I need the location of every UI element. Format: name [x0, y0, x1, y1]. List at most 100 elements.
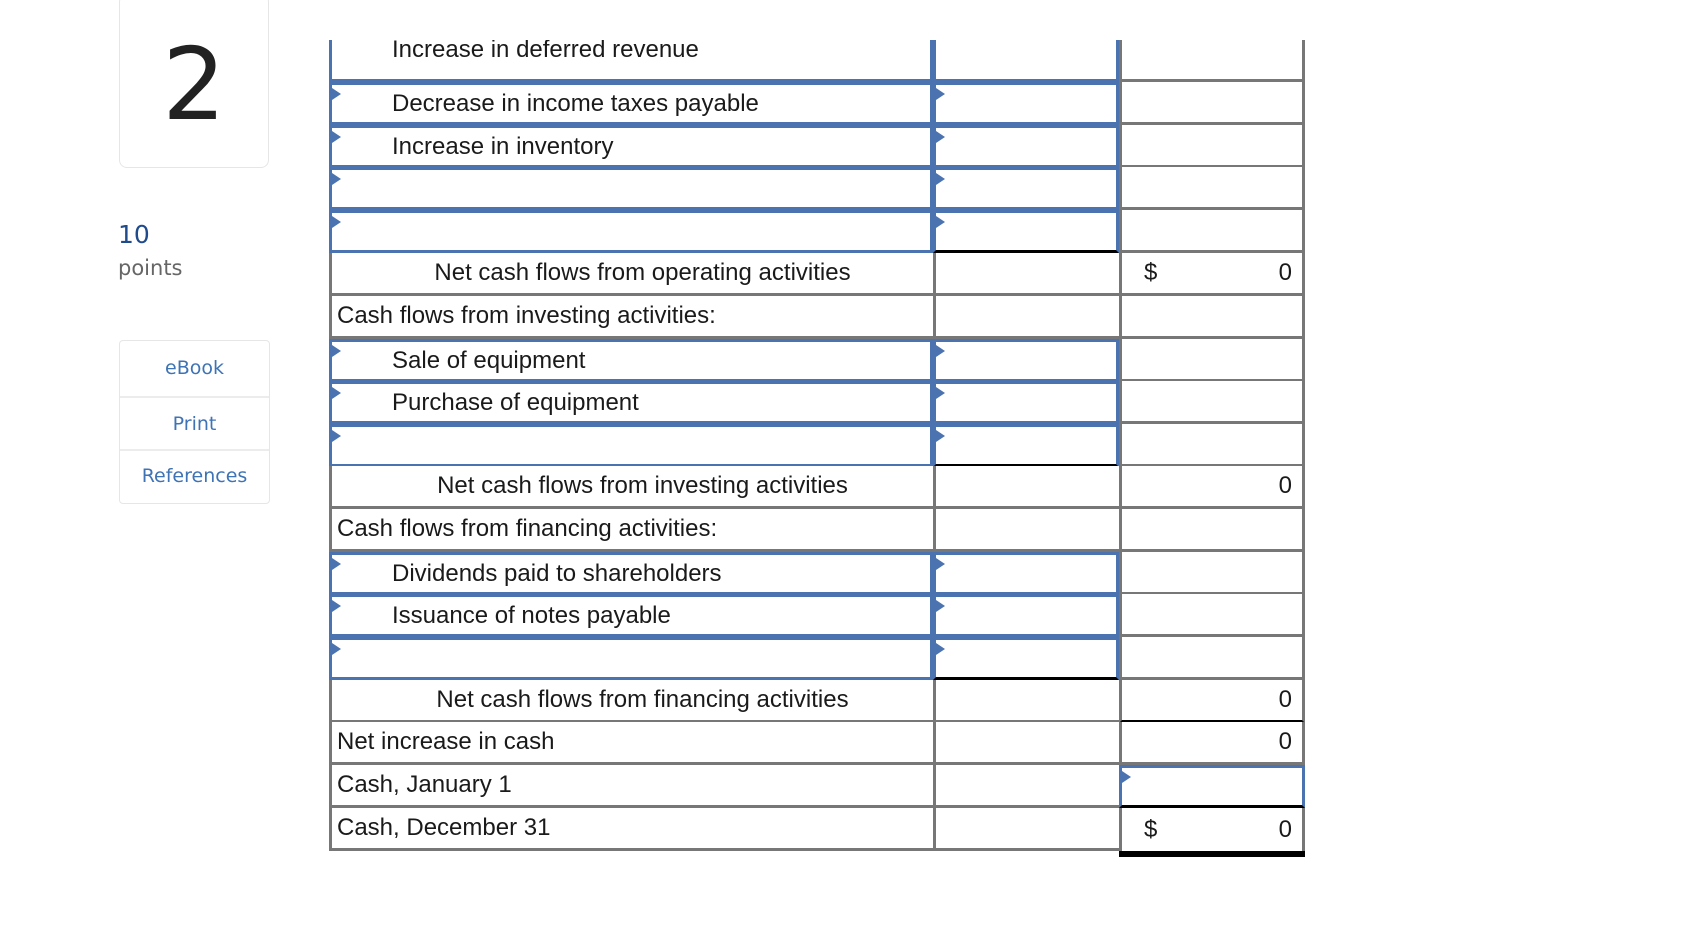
worksheet-row: Net cash flows from investing activities… — [329, 466, 1305, 509]
question-number: 2 — [162, 26, 226, 143]
cash-dec31-label: Cash, December 31 — [337, 814, 551, 841]
total-cell — [1119, 424, 1305, 467]
amount-cell — [933, 808, 1119, 851]
points-label: points — [118, 256, 183, 280]
total-cell: 0 — [1119, 466, 1305, 509]
line-item-label: Issuance of notes payable — [392, 601, 671, 629]
subtotal-label-cell: Net cash flows from operating activities — [329, 253, 933, 296]
worksheet-row: Cash flows from financing activities: — [329, 509, 1305, 552]
amount-input[interactable] — [933, 40, 1119, 82]
amount-input[interactable] — [933, 381, 1119, 424]
amount-input[interactable] — [933, 125, 1119, 168]
input-marker-icon — [332, 131, 341, 143]
amount-cell — [933, 765, 1119, 808]
line-item-input[interactable]: Increase in deferred revenue — [329, 40, 933, 82]
input-marker-icon — [332, 600, 341, 612]
subtotal-label: Net cash flows from operating activities — [434, 259, 851, 286]
net-increase-label: Net increase in cash — [337, 728, 555, 755]
cash-dec31-value: 0 — [1278, 815, 1292, 843]
line-item-input[interactable]: Decrease in income taxes payable — [329, 82, 933, 125]
worksheet-row: Dividends paid to shareholders — [329, 552, 1305, 595]
total-cell — [1119, 594, 1305, 637]
input-marker-icon — [332, 430, 341, 442]
line-item-label: Increase in inventory — [392, 132, 614, 160]
input-marker-icon — [332, 173, 341, 185]
amount-input[interactable] — [933, 210, 1119, 253]
amount-input[interactable] — [933, 552, 1119, 595]
worksheet-row: Increase in inventory — [329, 125, 1305, 168]
worksheet-row — [329, 637, 1305, 680]
line-item-input[interactable] — [329, 637, 933, 680]
print-link[interactable]: Print — [120, 398, 269, 451]
total-cell — [1119, 381, 1305, 424]
worksheet-row: Cash flows from investing activities: — [329, 296, 1305, 339]
input-marker-icon — [936, 600, 945, 612]
section-heading-cell: Net increase in cash — [329, 722, 933, 765]
input-marker-icon — [936, 131, 945, 143]
question-tools: eBook Print References — [119, 340, 270, 504]
total-cell — [1119, 296, 1305, 339]
section-heading: Cash flows from financing activities: — [337, 515, 718, 542]
worksheet-row — [329, 210, 1305, 253]
total-cell — [1119, 125, 1305, 168]
amount-cell — [933, 466, 1119, 509]
input-marker-icon — [936, 88, 945, 100]
worksheet-row — [329, 424, 1305, 467]
input-marker-icon — [936, 216, 945, 228]
section-heading-cell: Cash, January 1 — [329, 765, 933, 808]
total-cell: 0 — [1119, 722, 1305, 765]
worksheet-row: Increase in deferred revenue — [329, 40, 1305, 82]
cash-jan1-label: Cash, January 1 — [337, 771, 512, 798]
input-marker-icon — [332, 558, 341, 570]
currency-symbol: $ — [1144, 815, 1158, 843]
total-cell — [1119, 167, 1305, 210]
total-cell — [1119, 40, 1305, 82]
line-item-input[interactable] — [329, 210, 933, 253]
worksheet-row — [329, 167, 1305, 210]
line-item-input[interactable] — [329, 167, 933, 210]
total-cell — [1119, 210, 1305, 253]
line-item-input[interactable]: Dividends paid to shareholders — [329, 552, 933, 595]
line-item-label: Sale of equipment — [392, 346, 586, 374]
input-marker-icon — [936, 643, 945, 655]
points-value: 10 — [118, 220, 150, 249]
amount-input[interactable] — [933, 594, 1119, 637]
line-item-input[interactable]: Sale of equipment — [329, 339, 933, 382]
currency-symbol: $ — [1144, 259, 1158, 286]
total-cell: $ 0 — [1119, 253, 1305, 296]
amount-cell — [933, 253, 1119, 296]
net-increase-value: 0 — [1278, 728, 1292, 755]
input-marker-icon — [332, 216, 341, 228]
amount-input[interactable] — [933, 637, 1119, 680]
amount-input[interactable] — [933, 424, 1119, 467]
references-link[interactable]: References — [120, 451, 269, 503]
amount-input[interactable] — [933, 82, 1119, 125]
line-item-label: Increase in deferred revenue — [392, 40, 699, 63]
line-item-input[interactable]: Increase in inventory — [329, 125, 933, 168]
worksheet-row: Sale of equipment — [329, 339, 1305, 382]
section-heading-cell: Cash, December 31 — [329, 808, 933, 851]
worksheet-row: Net cash flows from financing activities… — [329, 680, 1305, 723]
subtotal-label-cell: Net cash flows from financing activities — [329, 680, 933, 723]
ebook-link[interactable]: eBook — [120, 341, 269, 398]
input-marker-icon — [936, 430, 945, 442]
section-heading-cell: Cash flows from investing activities: — [329, 296, 933, 339]
amount-cell — [933, 722, 1119, 765]
cash-jan1-input[interactable] — [1119, 765, 1305, 808]
total-cell — [1119, 82, 1305, 125]
line-item-input[interactable]: Issuance of notes payable — [329, 594, 933, 637]
worksheet-row: Cash, January 1 — [329, 765, 1305, 808]
amount-input[interactable] — [933, 167, 1119, 210]
amount-cell — [933, 296, 1119, 339]
total-value: 0 — [1278, 259, 1292, 286]
subtotal-label: Net cash flows from financing activities — [436, 686, 849, 713]
line-item-label: Dividends paid to shareholders — [392, 559, 722, 587]
input-marker-icon — [332, 387, 341, 399]
worksheet-row: Net cash flows from operating activities… — [329, 253, 1305, 296]
subtotal-label-cell: Net cash flows from investing activities — [329, 466, 933, 509]
total-value: 0 — [1278, 686, 1292, 713]
line-item-input[interactable]: Purchase of equipment — [329, 381, 933, 424]
line-item-input[interactable] — [329, 424, 933, 467]
input-marker-icon — [332, 643, 341, 655]
amount-input[interactable] — [933, 339, 1119, 382]
